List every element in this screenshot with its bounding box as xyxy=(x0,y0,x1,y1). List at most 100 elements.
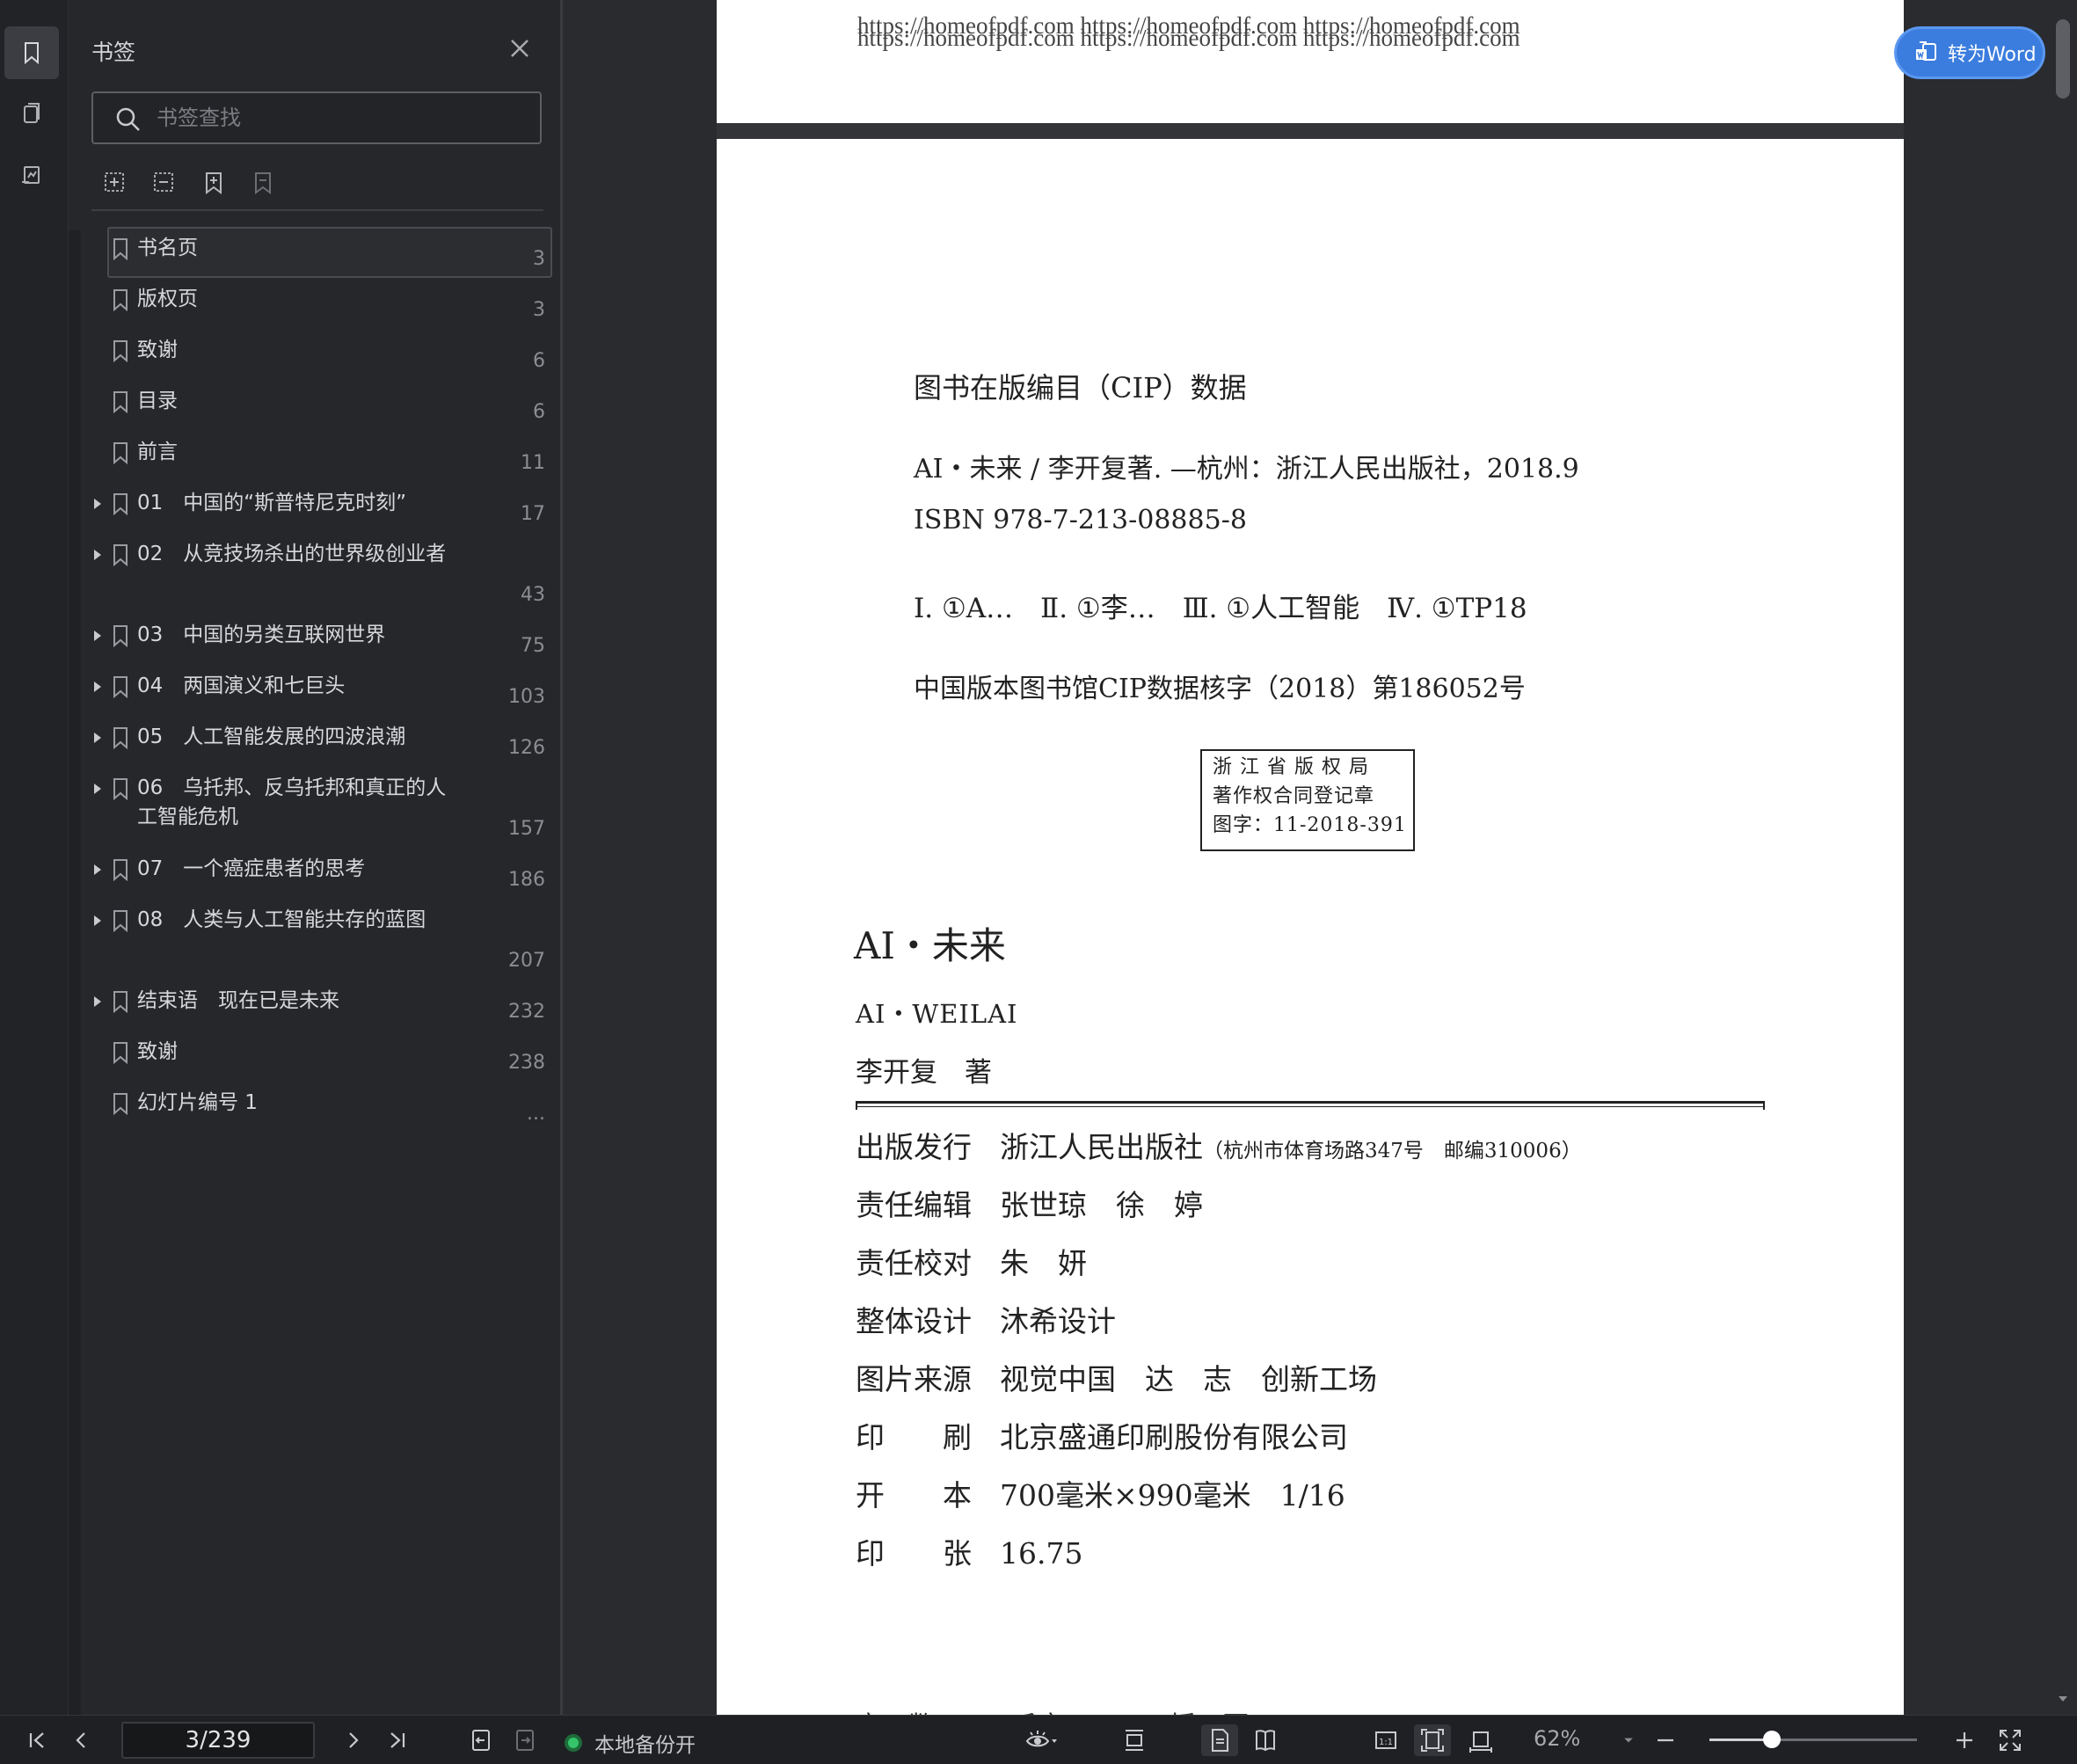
scrollbar-thumb[interactable] xyxy=(2056,19,2070,98)
fullscreen-button[interactable] xyxy=(1993,1724,2028,1756)
bookmark-item[interactable]: 06 乌托邦、反乌托邦和真正的人工智能危机 157 xyxy=(69,767,561,848)
annotation-panel-button[interactable] xyxy=(4,149,59,202)
next-page-button[interactable] xyxy=(338,1724,369,1756)
detail-key: 整体设计 xyxy=(856,1304,972,1338)
detail-value: 视觉中国 达 志 创新工场 xyxy=(1000,1362,1377,1396)
bookmark-page-number: 232 xyxy=(508,1001,545,1023)
detail-row: 责任编辑 张世琼 徐 婷 xyxy=(856,1182,1203,1224)
bookmark-icon xyxy=(113,859,128,881)
bookmark-item[interactable]: 版权页 3 xyxy=(69,278,561,329)
detail-key: 开 本 xyxy=(856,1478,972,1513)
zoom-level[interactable]: 62% xyxy=(1534,1726,1580,1751)
continuous-scroll-button[interactable] xyxy=(1117,1724,1152,1756)
zoom-dropdown-button[interactable] xyxy=(1618,1724,1639,1756)
stamp-line: 图字：11-2018-391 xyxy=(1213,814,1407,836)
zoom-slider-knob[interactable] xyxy=(1763,1731,1781,1748)
expand-arrow-icon[interactable] xyxy=(91,498,104,510)
first-page-button[interactable] xyxy=(21,1724,53,1756)
go-back-button[interactable] xyxy=(466,1724,498,1756)
divider-rule-end xyxy=(1763,1101,1765,1110)
expand-arrow-icon[interactable] xyxy=(91,681,104,693)
detail-row: 出版发行 浙江人民出版社（杭州市体育场路347号 邮编310006） xyxy=(856,1124,1582,1166)
bookmark-item[interactable]: 结束语 现在已是未来 232 xyxy=(69,980,561,1031)
vertical-scrollbar[interactable] xyxy=(2052,7,2073,1713)
remove-bookmark-icon xyxy=(255,172,271,194)
bookmark-item[interactable]: 目录 6 xyxy=(69,380,561,431)
last-page-button[interactable] xyxy=(382,1724,413,1756)
first-page-icon xyxy=(29,1732,44,1748)
go-forward-button[interactable] xyxy=(510,1724,542,1756)
book-title: AI・未来 xyxy=(854,924,1006,967)
expand-arrow-icon[interactable] xyxy=(91,783,104,795)
copyright-registration-stamp: 浙 江 省 版 权 局 著作权合同登记章 图字：11-2018-391 xyxy=(1200,749,1415,851)
open-book-icon xyxy=(1256,1730,1275,1752)
scroll-down-arrow-icon[interactable] xyxy=(2056,1692,2070,1706)
bookmark-item[interactable]: 04 两国演义和七巨头 103 xyxy=(69,665,561,716)
page-number-input[interactable] xyxy=(121,1722,315,1759)
word-convert-icon xyxy=(1916,41,1936,61)
eye-protection-button[interactable] xyxy=(1017,1724,1066,1756)
cip-line: Ⅰ. ①A… Ⅱ. ①李… Ⅲ. ①人工智能 Ⅳ. ①TP18 xyxy=(914,593,1527,624)
bookmark-panel-button[interactable] xyxy=(4,26,59,79)
zoom-in-button[interactable] xyxy=(1949,1724,1980,1756)
expand-arrow-icon[interactable] xyxy=(91,549,104,561)
delete-bookmark-button[interactable] xyxy=(248,167,278,199)
bookmark-item[interactable]: 03 中国的另类互联网世界 75 xyxy=(69,614,561,665)
bookmark-page-number: ... xyxy=(527,1103,545,1125)
fit-page-button[interactable] xyxy=(1414,1724,1451,1756)
actual-size-icon: 1:1 xyxy=(1375,1731,1396,1749)
thumbnail-panel-button[interactable] xyxy=(4,88,59,141)
bookmark-icon xyxy=(113,676,128,698)
bookmark-item[interactable]: 08 人类与人工智能共存的蓝图 207 xyxy=(69,899,561,980)
expand-arrow-icon[interactable] xyxy=(91,732,104,744)
pdf-page: 图书在版编目（CIP）数据 AI・未来 / 李开复著. —杭州：浙江人民出版社，… xyxy=(717,139,1904,1715)
bookmark-item[interactable]: 致谢 238 xyxy=(69,1031,561,1082)
convert-to-word-button[interactable]: 转为Word xyxy=(1894,26,2045,79)
expand-arrow-icon[interactable] xyxy=(91,995,104,1008)
detail-note: （杭州市体育场路347号 邮编310006） xyxy=(1203,1140,1582,1163)
bookmark-item[interactable]: 幻灯片编号 1... xyxy=(69,1082,561,1133)
detail-row: 整体设计 沐希设计 xyxy=(856,1298,1116,1340)
previous-page-button[interactable] xyxy=(65,1724,97,1756)
bookmark-item[interactable]: 致谢 6 xyxy=(69,329,561,380)
bookmark-page-number: 75 xyxy=(521,635,545,657)
bookmark-icon xyxy=(113,1042,128,1064)
detail-value: 700毫米×990毫米 1/16 xyxy=(1000,1478,1345,1513)
bookmark-item[interactable]: 07 一个癌症患者的思考 186 xyxy=(69,848,561,899)
fit-page-icon xyxy=(1421,1729,1444,1752)
detail-key: 责任编辑 xyxy=(856,1188,972,1222)
expand-all-button[interactable] xyxy=(100,167,130,199)
backup-status[interactable]: 本地备份开 xyxy=(565,1728,696,1758)
page-separator xyxy=(717,123,1904,139)
detail-key: 印 刷 xyxy=(856,1420,972,1454)
go-back-icon xyxy=(472,1730,490,1751)
detail-row: 印 刷北京盛通印刷股份有限公司 xyxy=(856,1414,1348,1456)
zoom-out-button[interactable] xyxy=(1650,1724,1681,1756)
book-mode-button[interactable] xyxy=(1247,1724,1284,1756)
last-page-icon xyxy=(390,1732,405,1748)
bookmark-label: 06 乌托邦、反乌托邦和真正的人工智能危机 xyxy=(137,776,447,828)
divider-rule-end xyxy=(856,1101,857,1110)
bookmark-item[interactable]: 前言 11 xyxy=(69,431,561,482)
bookmark-item[interactable]: 05 人工智能发展的四波浪潮 126 xyxy=(69,716,561,767)
bookmark-item[interactable]: 书名页 3 xyxy=(69,227,561,278)
collapse-all-button[interactable] xyxy=(149,167,179,199)
bookmark-item[interactable]: 01 中国的“斯普特尼克时刻” 17 xyxy=(69,482,561,533)
bookmark-icon xyxy=(113,910,128,932)
expand-arrow-icon[interactable] xyxy=(91,630,104,642)
bookmark-search-input[interactable] xyxy=(157,98,526,137)
single-page-button[interactable] xyxy=(1201,1724,1238,1756)
fit-width-button[interactable] xyxy=(1463,1724,1498,1756)
expand-arrow-icon[interactable] xyxy=(91,915,104,927)
single-page-icon xyxy=(1212,1729,1228,1752)
fit-width-icon xyxy=(1469,1731,1492,1753)
bookmark-page-number: 186 xyxy=(508,869,545,891)
bookmark-item[interactable]: 02 从竞技场杀出的世界级创业者 43 xyxy=(69,533,561,614)
actual-size-button[interactable]: 1:1 xyxy=(1368,1724,1403,1756)
bookmark-page-number: 17 xyxy=(521,503,545,525)
close-icon[interactable] xyxy=(505,33,535,63)
bookmark-icon xyxy=(113,544,128,566)
chevron-right-icon xyxy=(349,1732,359,1748)
add-bookmark-button[interactable] xyxy=(199,167,229,199)
expand-arrow-icon[interactable] xyxy=(91,864,104,876)
